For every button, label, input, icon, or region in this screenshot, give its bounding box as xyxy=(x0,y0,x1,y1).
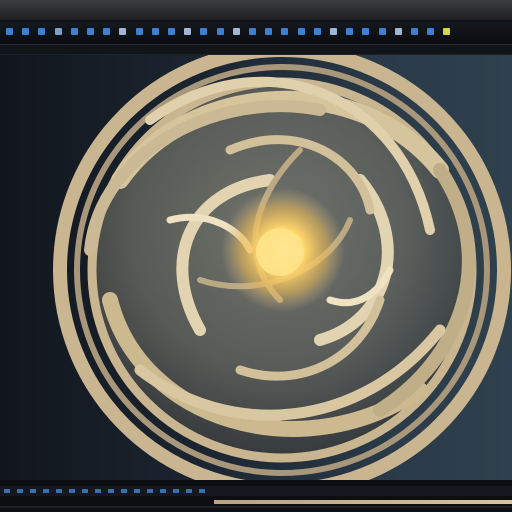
status-indicator xyxy=(186,489,192,493)
tool-22-icon[interactable] xyxy=(346,28,354,35)
tool-24-icon[interactable] xyxy=(378,28,386,35)
tool-6-icon[interactable] xyxy=(87,28,94,35)
status-indicator xyxy=(108,489,114,493)
status-indicator xyxy=(95,489,101,493)
divider xyxy=(0,506,512,508)
tool-26-icon[interactable] xyxy=(411,28,418,35)
timeline-strip[interactable] xyxy=(0,486,512,496)
status-bar xyxy=(0,480,512,512)
tool-14-icon[interactable] xyxy=(216,28,224,35)
viewport-ruler xyxy=(0,45,512,55)
status-indicator xyxy=(4,489,10,493)
tool-5-icon[interactable] xyxy=(70,28,78,35)
tool-25-icon[interactable] xyxy=(394,28,402,35)
toolbar xyxy=(0,22,512,45)
tool-19-icon[interactable] xyxy=(297,28,305,35)
status-indicator xyxy=(17,489,23,493)
tool-8-icon[interactable] xyxy=(119,28,127,35)
status-indicator xyxy=(134,489,140,493)
core-center xyxy=(256,228,304,276)
tool-15-icon[interactable] xyxy=(232,28,240,35)
status-indicator xyxy=(173,489,179,493)
status-indicator xyxy=(56,489,62,493)
status-indicator xyxy=(69,489,75,493)
status-indicator xyxy=(82,489,88,493)
tool-9-icon[interactable] xyxy=(135,28,143,35)
tool-10-icon[interactable] xyxy=(151,28,159,35)
tool-4-icon[interactable] xyxy=(54,28,62,35)
tool-27-icon[interactable] xyxy=(427,28,435,35)
status-indicator xyxy=(199,489,205,493)
tool-18-icon[interactable] xyxy=(281,28,289,35)
tool-7-icon[interactable] xyxy=(103,28,111,35)
status-indicator xyxy=(30,489,36,493)
tool-21-icon[interactable] xyxy=(330,28,337,35)
status-indicator xyxy=(147,489,153,493)
window-title-bar xyxy=(0,0,512,20)
tool-11-icon[interactable] xyxy=(168,28,175,35)
tool-17-icon[interactable] xyxy=(265,28,273,35)
3d-viewport[interactable] xyxy=(0,55,512,480)
tool-23-icon[interactable] xyxy=(362,28,370,35)
tool-12-icon[interactable] xyxy=(184,28,192,35)
status-indicator xyxy=(43,489,49,493)
tool-16-icon[interactable] xyxy=(249,28,256,35)
render-canvas xyxy=(53,55,511,480)
timeline-range[interactable] xyxy=(214,500,512,504)
tool-28-icon[interactable] xyxy=(443,28,451,35)
tool-1-icon[interactable] xyxy=(6,28,13,35)
tool-3-icon[interactable] xyxy=(38,28,46,35)
tool-2-icon[interactable] xyxy=(22,28,30,35)
status-indicator xyxy=(121,489,127,493)
status-indicator xyxy=(160,489,166,493)
tool-13-icon[interactable] xyxy=(200,28,208,35)
tool-20-icon[interactable] xyxy=(313,28,321,35)
